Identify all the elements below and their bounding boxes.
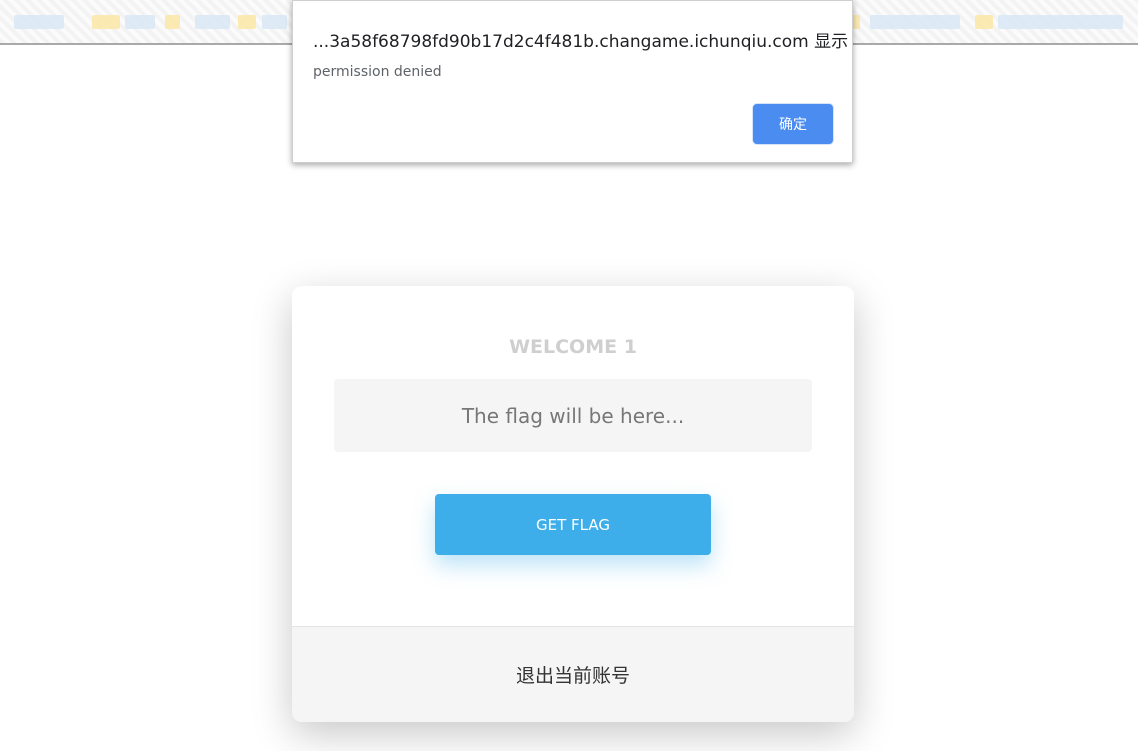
- bookmark-folder-icon[interactable]: [975, 15, 993, 29]
- bookmark-folder-icon[interactable]: [238, 15, 256, 29]
- alert-title: ...3a58f68798fd90b17d2c4f481b.changame.i…: [313, 32, 849, 52]
- get-flag-button[interactable]: GET FLAG: [435, 494, 711, 555]
- flag-display: The flag will be here...: [334, 379, 812, 452]
- bookmark-item[interactable]: [998, 15, 1123, 29]
- alert-message: permission denied: [313, 64, 442, 80]
- welcome-heading: WELCOME 1: [509, 336, 637, 358]
- bookmark-item[interactable]: [262, 15, 287, 29]
- bookmark-folder-icon[interactable]: [92, 15, 120, 29]
- bookmark-folder-icon[interactable]: [165, 15, 180, 29]
- logout-link[interactable]: 退出当前账号: [516, 661, 630, 688]
- bookmark-item[interactable]: [195, 15, 230, 29]
- alert-dialog: ...3a58f68798fd90b17d2c4f481b.changame.i…: [292, 0, 853, 163]
- welcome-card: WELCOME 1 The flag will be here... GET F…: [292, 286, 854, 722]
- bookmark-item[interactable]: [870, 15, 960, 29]
- alert-ok-button[interactable]: 确定: [753, 104, 833, 144]
- bookmark-item[interactable]: [125, 15, 155, 29]
- card-footer: 退出当前账号: [292, 626, 854, 722]
- bookmark-item[interactable]: [14, 15, 64, 29]
